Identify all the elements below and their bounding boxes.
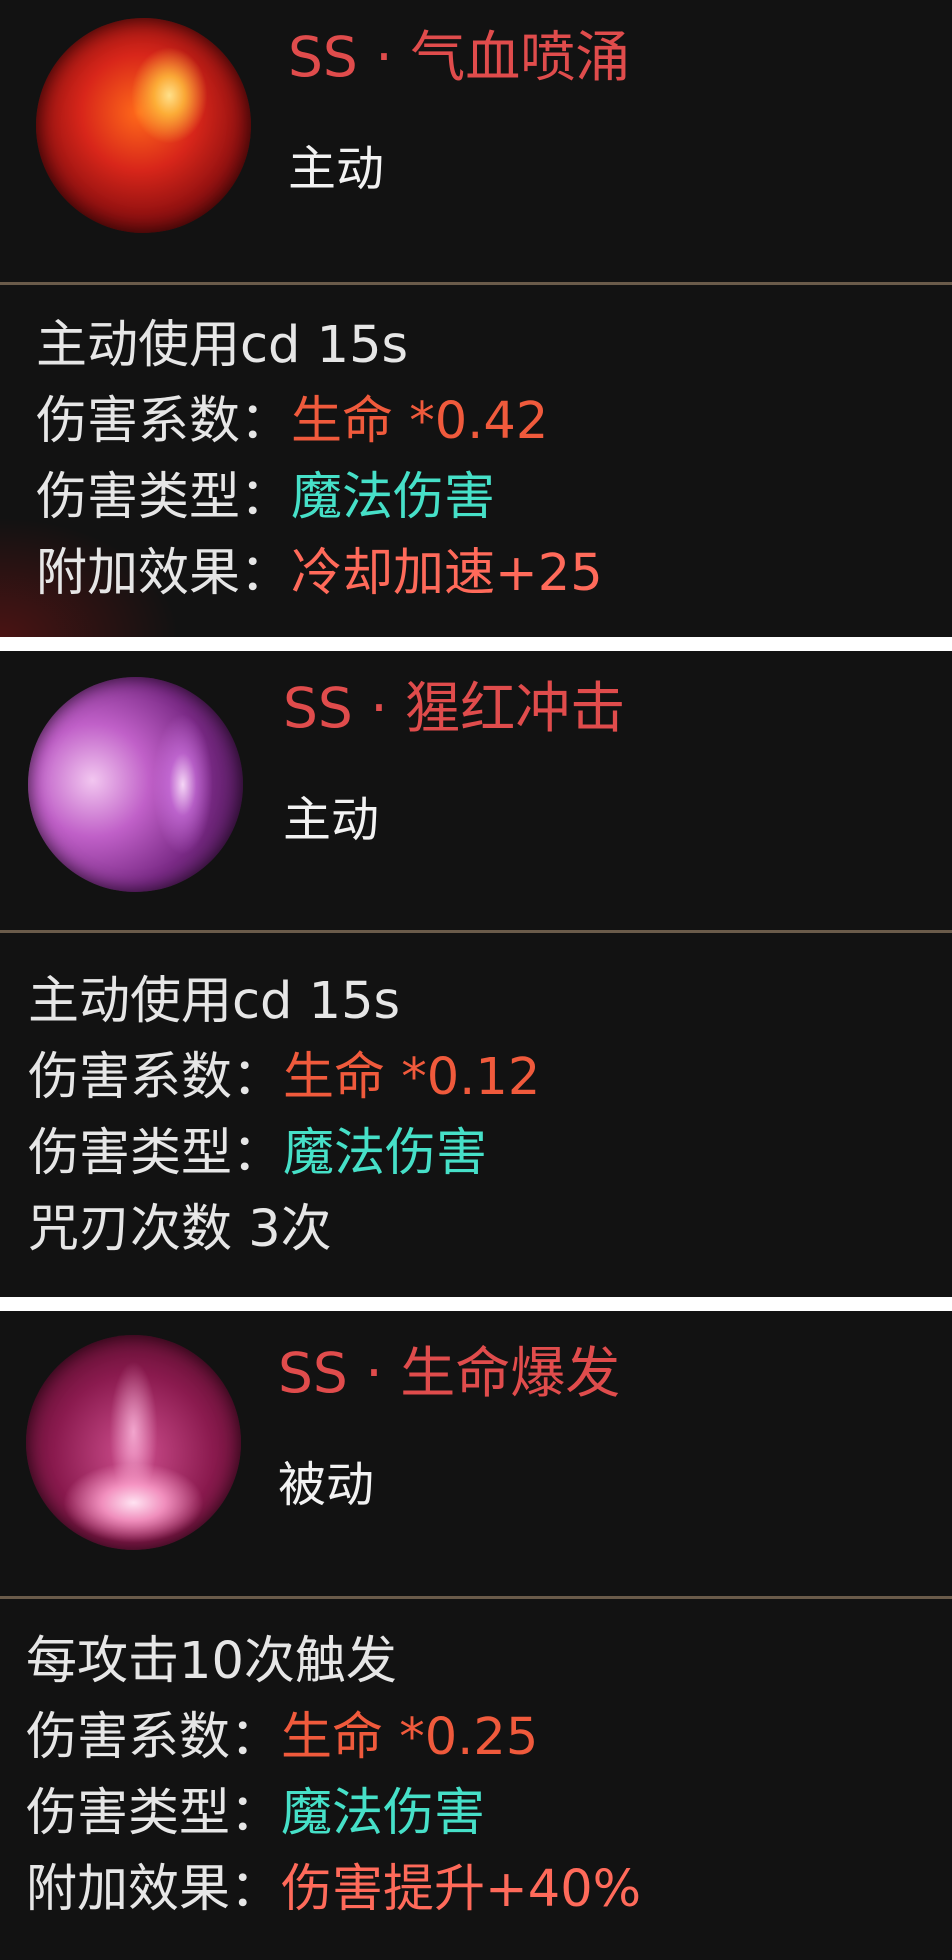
damage-type-label: 伤害类型： <box>36 468 292 527</box>
skill-title: SS · 猩红冲击 <box>283 676 626 740</box>
damage-type-line: 伤害类型：魔法伤害 <box>26 1776 641 1852</box>
trigger-line: 每攻击10次触发 <box>26 1632 397 1691</box>
skill-card-scarlet-strike: SS · 猩红冲击 主动 主动使用cd 15s 伤害系数：生命 *0.12 伤害… <box>0 651 952 1297</box>
divider <box>0 282 952 285</box>
damage-type-label: 伤害类型： <box>28 1124 284 1183</box>
life-burst-skill-icon <box>26 1335 241 1550</box>
skill-title: SS · 生命爆发 <box>278 1341 621 1405</box>
damage-type-line: 伤害类型：魔法伤害 <box>36 460 603 536</box>
skill-stats: 主动使用cd 15s 伤害系数：生命 *0.42 伤害类型：魔法伤害 附加效果：… <box>36 308 603 612</box>
skill-card-blood-surge: SS · 气血喷涌 主动 主动使用cd 15s 伤害系数：生命 *0.42 伤害… <box>0 0 952 637</box>
extra-effect-label: 附加效果： <box>36 544 292 603</box>
extra-effect-value: 冷却加速+25 <box>291 544 603 603</box>
damage-type-line: 伤害类型：魔法伤害 <box>28 1116 540 1192</box>
cooldown-line: 主动使用cd 15s <box>36 316 409 375</box>
coefficient-value: 生命 *0.12 <box>283 1048 541 1107</box>
damage-type-value: 魔法伤害 <box>283 1124 488 1183</box>
skill-type: 主动 <box>283 792 380 848</box>
coefficient-line: 伤害系数：生命 *0.42 <box>36 384 603 460</box>
skill-stats: 每攻击10次触发 伤害系数：生命 *0.25 伤害类型：魔法伤害 附加效果：伤害… <box>26 1624 641 1928</box>
coefficient-value: 生命 *0.25 <box>281 1708 539 1767</box>
blood-surge-skill-icon <box>36 18 251 233</box>
damage-type-label: 伤害类型： <box>26 1784 282 1843</box>
cooldown-line: 主动使用cd 15s <box>28 972 401 1031</box>
skill-type: 主动 <box>288 141 385 197</box>
divider <box>0 930 952 933</box>
damage-type-value: 魔法伤害 <box>291 468 496 527</box>
scarlet-strike-skill-icon <box>28 677 243 892</box>
extra-effect-line: 附加效果：伤害提升+40% <box>26 1852 641 1928</box>
extra-effect-value: 伤害提升+40% <box>281 1860 642 1919</box>
coefficient-line: 伤害系数：生命 *0.25 <box>26 1700 641 1776</box>
curse-blade-count-line: 咒刃次数 3次 <box>28 1200 332 1259</box>
coefficient-label: 伤害系数： <box>36 392 292 451</box>
divider <box>0 1596 952 1599</box>
skill-type: 被动 <box>278 1457 375 1513</box>
coefficient-value: 生命 *0.42 <box>291 392 549 451</box>
coefficient-label: 伤害系数： <box>26 1708 282 1767</box>
skill-stats: 主动使用cd 15s 伤害系数：生命 *0.12 伤害类型：魔法伤害 咒刃次数 … <box>28 964 540 1268</box>
coefficient-label: 伤害系数： <box>28 1048 284 1107</box>
skill-title: SS · 气血喷涌 <box>288 25 631 89</box>
coefficient-line: 伤害系数：生命 *0.12 <box>28 1040 540 1116</box>
skill-card-life-burst: SS · 生命爆发 被动 每攻击10次触发 伤害系数：生命 *0.25 伤害类型… <box>0 1311 952 1960</box>
extra-effect-line: 附加效果：冷却加速+25 <box>36 536 603 612</box>
damage-type-value: 魔法伤害 <box>281 1784 486 1843</box>
extra-effect-label: 附加效果： <box>26 1860 282 1919</box>
